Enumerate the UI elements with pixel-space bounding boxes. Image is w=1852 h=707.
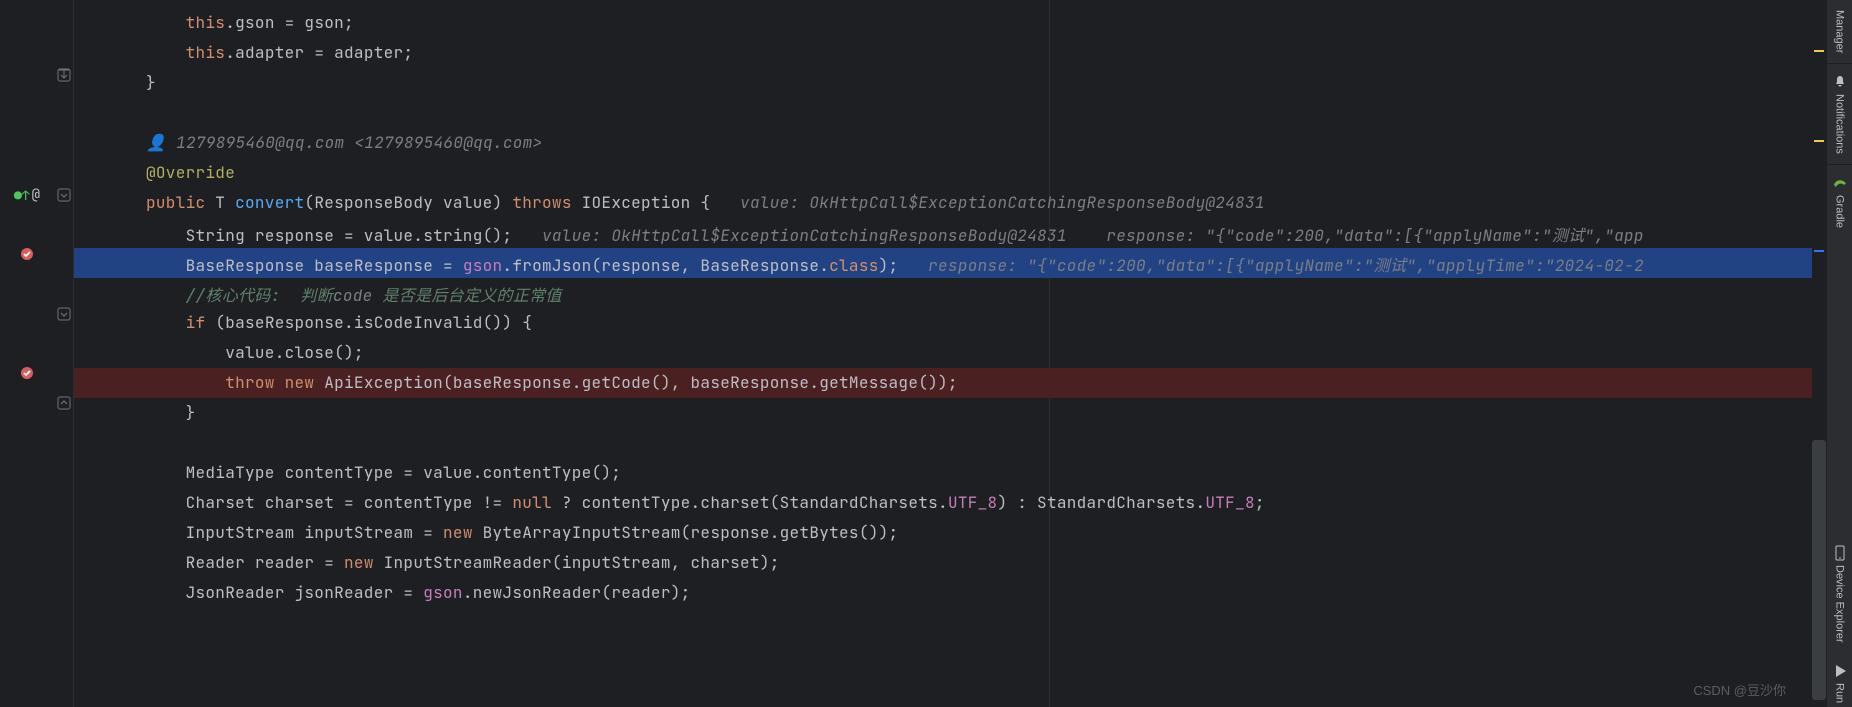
- fold-start-icon[interactable]: [56, 187, 72, 203]
- code-line[interactable]: [74, 428, 1826, 458]
- code-line[interactable]: if (baseResponse.isCodeInvalid()) {: [74, 308, 1826, 338]
- warning-mark[interactable]: [1814, 50, 1824, 52]
- code-line-current[interactable]: BaseResponse baseResponse = gson.fromJso…: [74, 248, 1826, 278]
- code-line[interactable]: }: [74, 398, 1826, 428]
- watermark: CSDN @豆沙你: [1693, 680, 1786, 699]
- fold-column: [54, 0, 74, 707]
- fold-start-icon-2[interactable]: [56, 306, 72, 322]
- fold-end-icon[interactable]: [56, 67, 72, 83]
- code-line[interactable]: value.close();: [74, 338, 1826, 368]
- code-line[interactable]: InputStream inputStream = new ByteArrayI…: [74, 518, 1826, 548]
- code-line[interactable]: [74, 98, 1826, 128]
- bell-icon: [1832, 74, 1848, 90]
- right-tool-bar: Manager Notifications Gradle Device Expl…: [1826, 0, 1852, 707]
- code-line[interactable]: JsonReader jsonReader = gson.newJsonRead…: [74, 578, 1826, 608]
- warning-mark[interactable]: [1814, 140, 1824, 142]
- run-icon: [1832, 663, 1848, 679]
- author-blame: 👤 1279895460@qq.com <1279895460@qq.com>: [74, 128, 1826, 158]
- code-line[interactable]: Charset charset = contentType != null ? …: [74, 488, 1826, 518]
- fold-end-icon-2[interactable]: [56, 395, 72, 411]
- tool-device-explorer[interactable]: Device Explorer: [1832, 535, 1848, 653]
- tool-notifications[interactable]: Notifications: [1832, 64, 1848, 164]
- gutter-at-override[interactable]: ●↑ @: [0, 186, 54, 204]
- tool-gradle[interactable]: Gradle: [1832, 165, 1848, 238]
- device-icon: [1832, 545, 1848, 561]
- code-line[interactable]: //核心代码: 判断code 是否是后台定义的正常值: [74, 278, 1826, 308]
- code-line[interactable]: MediaType contentType = value.contentTyp…: [74, 458, 1826, 488]
- scrollbar-thumb[interactable]: [1812, 440, 1826, 700]
- code-line[interactable]: @Override: [74, 158, 1826, 188]
- ide-window: ●↑ @ this.gson = gson; this.adapter = ad…: [0, 0, 1852, 707]
- code-line-exception[interactable]: throw new ApiException(baseResponse.getC…: [74, 368, 1826, 398]
- breakpoint-active-2[interactable]: [0, 365, 54, 381]
- gutter: ●↑ @: [0, 0, 54, 707]
- code-editor[interactable]: this.gson = gson; this.adapter = adapter…: [74, 0, 1826, 707]
- tool-manager[interactable]: Manager: [1834, 0, 1846, 63]
- code-line[interactable]: this.adapter = adapter;: [74, 38, 1826, 68]
- error-stripe[interactable]: [1812, 0, 1826, 707]
- code-line[interactable]: String response = value.string(); value:…: [74, 218, 1826, 248]
- breakpoint-active[interactable]: [0, 246, 54, 262]
- code-line[interactable]: this.gson = gson;: [74, 8, 1826, 38]
- gradle-icon: [1832, 175, 1848, 191]
- code-line[interactable]: public T convert(ResponseBody value) thr…: [74, 188, 1826, 218]
- info-mark[interactable]: [1814, 250, 1824, 252]
- tool-run[interactable]: Run: [1832, 653, 1848, 707]
- code-line[interactable]: }: [74, 68, 1826, 98]
- code-line[interactable]: Reader reader = new InputStreamReader(in…: [74, 548, 1826, 578]
